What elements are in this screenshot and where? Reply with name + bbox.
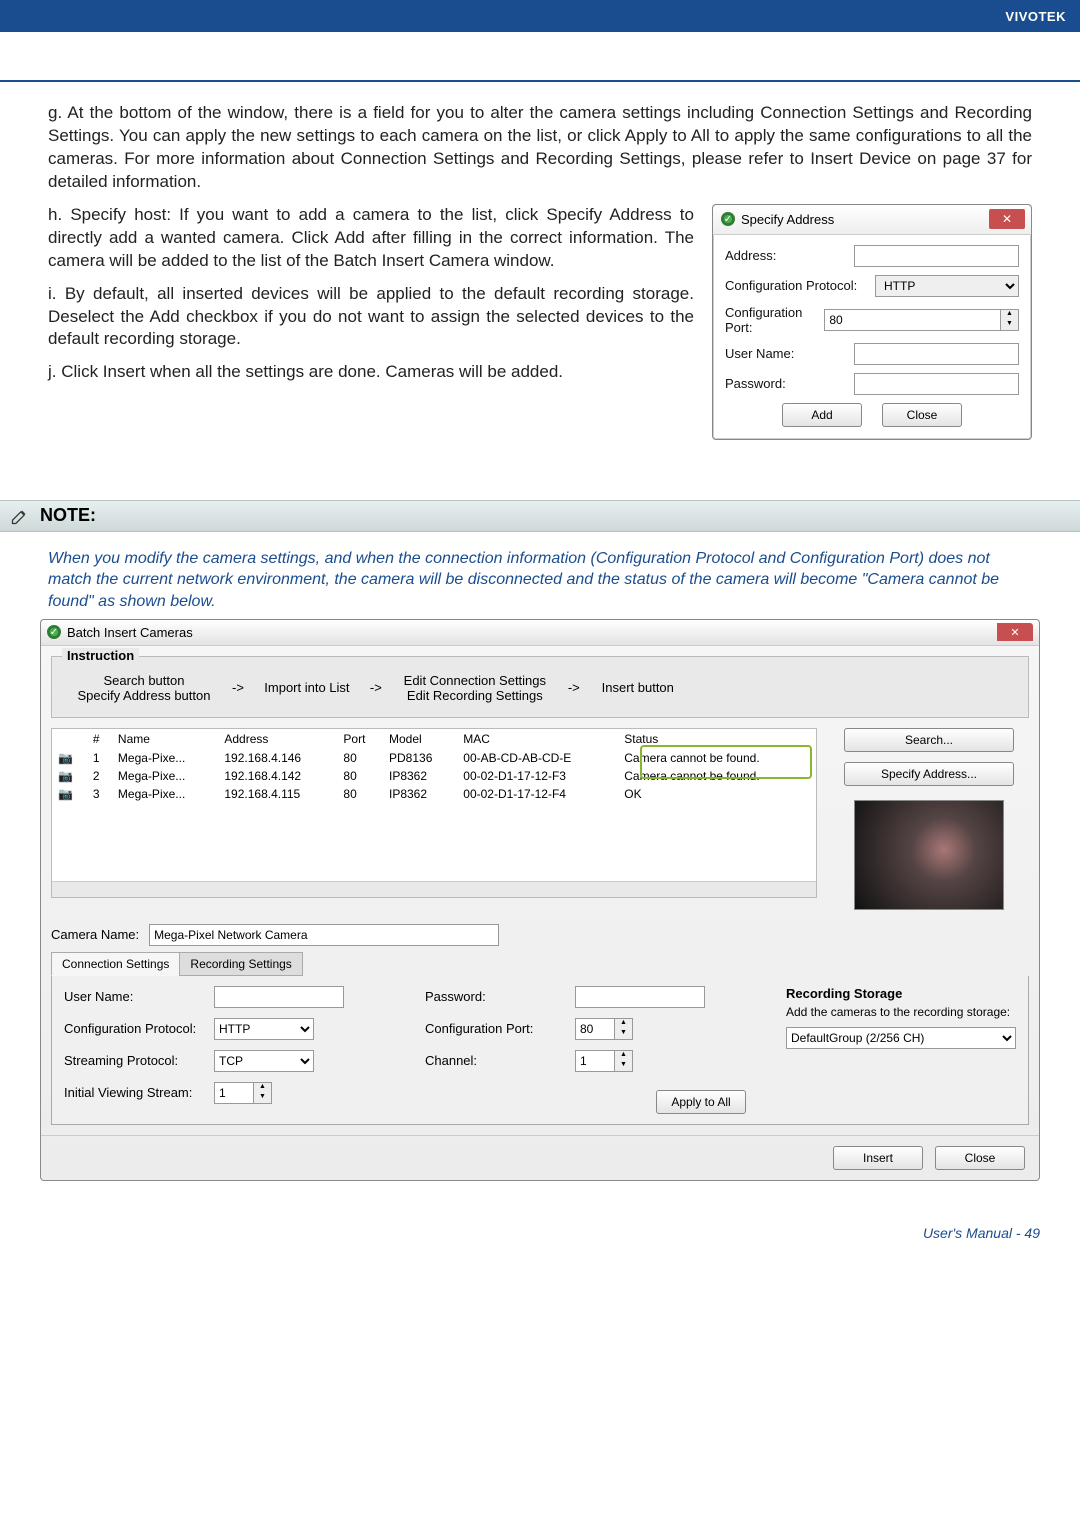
user-name-input[interactable]: [854, 343, 1019, 365]
specify-address-title: Specify Address: [741, 212, 834, 227]
spinner-arrows-icon[interactable]: ▲▼: [1001, 309, 1019, 331]
arrow-icon: ->: [370, 680, 382, 695]
col-mac: MAC: [457, 729, 618, 749]
initial-viewing-input[interactable]: [214, 1082, 254, 1104]
camera-name-input[interactable]: [149, 924, 499, 946]
check-icon: ✓: [47, 625, 61, 639]
brand-header: VIVOTEK: [0, 0, 1080, 32]
address-label: Address:: [725, 248, 854, 263]
camera-name-label: Camera Name:: [51, 927, 139, 942]
paragraph-h: h. Specify host: If you want to add a ca…: [48, 204, 694, 273]
col-model: Model: [383, 729, 457, 749]
table-row[interactable]: 📷 3 Mega-Pixe... 192.168.4.115 80 IP8362…: [52, 785, 816, 803]
camera-preview: [854, 800, 1004, 910]
arrow-icon: ->: [568, 680, 580, 695]
arrow-icon: ->: [232, 680, 244, 695]
settings-tabs: Connection Settings Recording Settings: [51, 952, 1029, 976]
col-port: Port: [337, 729, 383, 749]
password-label: Password:: [425, 989, 575, 1004]
camera-icon: 📷: [58, 751, 72, 765]
specify-address-dialog: ✓ Specify Address ✕ Address: Configurati…: [712, 204, 1032, 440]
col-num: #: [87, 729, 112, 749]
pencil-icon: [10, 506, 30, 526]
address-input[interactable]: [854, 245, 1019, 267]
config-protocol-select[interactable]: HTTP: [875, 275, 1019, 297]
user-name-label: User Name:: [725, 346, 854, 361]
apply-to-all-button[interactable]: Apply to All: [656, 1090, 746, 1114]
add-button[interactable]: Add: [782, 403, 862, 427]
config-port-label: Configuration Port:: [725, 305, 824, 335]
channel-input[interactable]: [575, 1050, 615, 1072]
batch-insert-titlebar: ✓ Batch Insert Cameras ✕: [41, 620, 1039, 646]
paragraph-i: i. By default, all inserted devices will…: [48, 283, 694, 352]
instr-col3: Edit Connection Settings Edit Recording …: [390, 673, 560, 703]
brand-text: VIVOTEK: [1005, 9, 1066, 24]
check-icon: ✓: [721, 212, 735, 226]
config-protocol-select[interactable]: HTTP: [214, 1018, 314, 1040]
insert-button[interactable]: Insert: [833, 1146, 923, 1170]
channel-label: Channel:: [425, 1053, 575, 1068]
close-icon[interactable]: ✕: [989, 209, 1025, 229]
col-address: Address: [218, 729, 337, 749]
page-footer: User's Manual - 49: [0, 1213, 1080, 1261]
col-name: Name: [112, 729, 218, 749]
close-button[interactable]: Close: [882, 403, 962, 427]
config-port-input[interactable]: [824, 309, 1001, 331]
recording-storage-select[interactable]: DefaultGroup (2/256 CH): [786, 1027, 1016, 1049]
config-protocol-label: Configuration Protocol:: [64, 1021, 214, 1036]
instr-col1: Search button Specify Address button: [64, 673, 224, 703]
config-protocol-label: Configuration Protocol:: [725, 278, 875, 293]
instr-col4: Insert button: [588, 680, 688, 695]
camera-icon: 📷: [58, 787, 72, 801]
config-port-input[interactable]: [575, 1018, 615, 1040]
search-button[interactable]: Search...: [844, 728, 1014, 752]
user-name-input[interactable]: [214, 986, 344, 1008]
password-input[interactable]: [575, 986, 705, 1008]
settings-panel: User Name: Configuration Protocol: HTTP …: [51, 976, 1029, 1125]
spinner-arrows-icon[interactable]: ▲▼: [615, 1050, 633, 1072]
camera-icon: 📷: [58, 769, 72, 783]
specify-address-titlebar: ✓ Specify Address ✕: [713, 205, 1031, 235]
note-title: NOTE:: [40, 505, 96, 526]
initial-viewing-label: Initial Viewing Stream:: [64, 1085, 214, 1100]
tab-connection-settings[interactable]: Connection Settings: [51, 952, 180, 976]
specify-address-button[interactable]: Specify Address...: [844, 762, 1014, 786]
tab-recording-settings[interactable]: Recording Settings: [179, 952, 302, 976]
table-scrollbar[interactable]: [52, 881, 816, 897]
paragraph-g: g. At the bottom of the window, there is…: [48, 102, 1032, 194]
table-row[interactable]: 📷 1 Mega-Pixe... 192.168.4.146 80 PD8136…: [52, 749, 816, 767]
instruction-title: Instruction: [62, 648, 139, 663]
paragraph-j: j. Click Insert when all the settings ar…: [48, 361, 694, 384]
col-status: Status: [618, 729, 816, 749]
config-port-label: Configuration Port:: [425, 1021, 575, 1036]
instruction-box: Instruction Search button Specify Addres…: [51, 656, 1029, 718]
instr-col2: Import into List: [252, 680, 362, 695]
recording-storage-desc: Add the cameras to the recording storage…: [786, 1005, 1016, 1019]
camera-table[interactable]: # Name Address Port Model MAC Status: [51, 728, 817, 898]
streaming-protocol-select[interactable]: TCP: [214, 1050, 314, 1072]
recording-storage-title: Recording Storage: [786, 986, 1016, 1001]
batch-insert-title: Batch Insert Cameras: [67, 625, 193, 640]
user-name-label: User Name:: [64, 989, 214, 1004]
table-row[interactable]: 📷 2 Mega-Pixe... 192.168.4.142 80 IP8362…: [52, 767, 816, 785]
note-text: When you modify the camera settings, and…: [0, 548, 1080, 613]
recording-storage-panel: Recording Storage Add the cameras to the…: [786, 986, 1016, 1114]
close-button[interactable]: Close: [935, 1146, 1025, 1170]
password-label: Password:: [725, 376, 854, 391]
note-bar: NOTE:: [0, 500, 1080, 532]
batch-insert-dialog: ✓ Batch Insert Cameras ✕ Instruction Sea…: [40, 619, 1040, 1181]
streaming-protocol-label: Streaming Protocol:: [64, 1053, 214, 1068]
spinner-arrows-icon[interactable]: ▲▼: [254, 1082, 272, 1104]
password-input[interactable]: [854, 373, 1019, 395]
close-icon[interactable]: ✕: [997, 623, 1033, 641]
spinner-arrows-icon[interactable]: ▲▼: [615, 1018, 633, 1040]
